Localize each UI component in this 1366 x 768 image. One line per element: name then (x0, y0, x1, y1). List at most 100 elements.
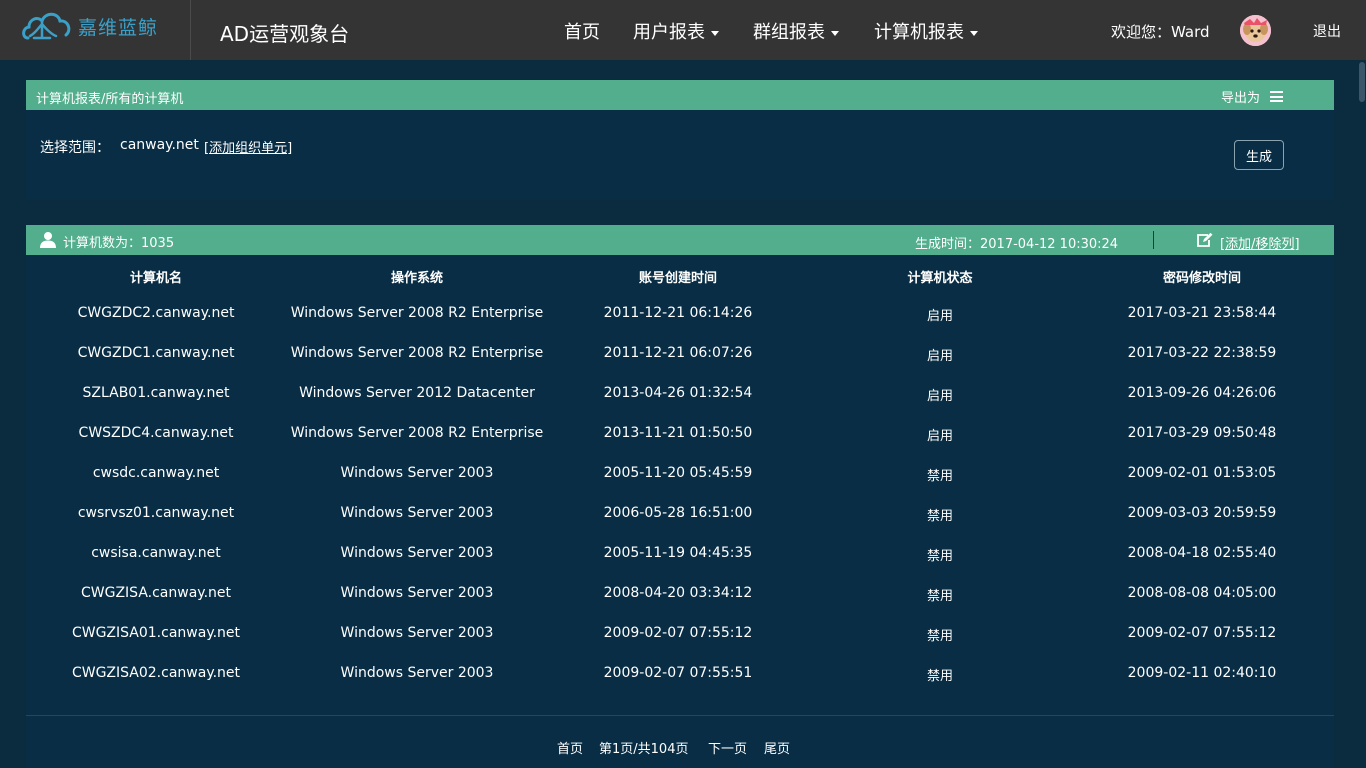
cell-created: 2013-04-26 01:32:54 (603, 385, 753, 401)
cell-password-changed: 2009-03-03 20:59:59 (1127, 505, 1277, 521)
top-navbar: 嘉维蓝鲸 AD运营观象台 首页 用户报表 群组报表 计算机报表 欢迎您：Ward… (0, 0, 1366, 60)
cell-status: 禁用 (926, 469, 954, 484)
cell-os: Windows Server 2003 (340, 665, 494, 681)
cell-computer-name: CWGZISA01.canway.net (71, 625, 241, 641)
cell-status: 启用 (926, 429, 954, 444)
export-label: 导出为 (1221, 91, 1261, 106)
cell-created: 2011-12-21 06:07:26 (603, 345, 753, 361)
cloud-logo-icon (22, 12, 71, 40)
cell-computer-name: cwsrvsz01.canway.net (77, 505, 235, 521)
cell-computer-name: cwsisa.canway.net (91, 545, 221, 561)
cell-created: 2013-11-21 01:50:50 (603, 425, 753, 441)
cell-os: Windows Server 2003 (340, 465, 494, 481)
welcome-text: 欢迎您：Ward (1111, 23, 1210, 41)
edit-icon[interactable] (1196, 232, 1213, 248)
cell-os: Windows Server 2003 (340, 585, 494, 601)
report-table: 计算机名 操作系统 账号创建时间 计算机状态 密码修改时间 CWGZDC2.ca… (26, 255, 1334, 768)
cell-created: 2011-12-21 06:14:26 (603, 305, 753, 321)
cell-created: 2009-02-07 07:55:12 (603, 625, 753, 641)
cell-os: Windows Server 2008 R2 Enterprise (290, 345, 544, 361)
cell-computer-name: CWGZDC2.canway.net (77, 305, 235, 321)
cell-status: 启用 (926, 349, 954, 364)
add-ou-link[interactable]: [添加组织单元] (204, 137, 292, 156)
cell-status: 禁用 (926, 629, 954, 644)
pager-next[interactable]: 下一页 (708, 738, 747, 757)
divider (26, 715, 1334, 716)
nav-user-reports[interactable]: 用户报表 (633, 18, 719, 44)
nav-computer-reports[interactable]: 计算机报表 (874, 18, 978, 44)
generated-time: 生成时间：2017-04-12 10:30:24 (915, 237, 1119, 252)
computer-count: 计算机数为：1035 (63, 236, 175, 251)
avatar-dog-icon (1240, 15, 1271, 46)
cell-password-changed: 2009-02-01 01:53:05 (1127, 465, 1277, 481)
add-remove-columns-link[interactable]: [添加/移除列] (1220, 233, 1300, 252)
filter-panel-body: 选择范围： canway.net [添加组织单元] 生成 (26, 110, 1334, 200)
export-button[interactable]: 导出为 (1221, 87, 1284, 106)
pager-current: 第1页/共104页 (599, 742, 689, 757)
column-header-created[interactable]: 账号创建时间 (639, 267, 717, 286)
chevron-down-icon (711, 30, 719, 36)
cell-password-changed: 2013-09-26 04:26:06 (1127, 385, 1277, 401)
cell-password-changed: 2017-03-29 09:50:48 (1127, 425, 1277, 441)
nav-group-reports[interactable]: 群组报表 (753, 18, 839, 44)
cell-computer-name: CWGZDC1.canway.net (77, 345, 235, 361)
nav-home[interactable]: 首页 (564, 18, 600, 44)
cell-password-changed: 2017-03-21 23:58:44 (1127, 305, 1277, 321)
column-header-computer-name[interactable]: 计算机名 (130, 267, 182, 286)
logo-text: 嘉维蓝鲸 (78, 16, 159, 39)
scrollbar[interactable] (1358, 60, 1366, 768)
chevron-down-icon (831, 30, 839, 36)
scope-label: 选择范围： (40, 140, 110, 156)
divider (190, 0, 191, 60)
report-panel-header: 计算机数为：1035 生成时间：2017-04-12 10:30:24 [添加/… (26, 225, 1334, 255)
cell-created: 2008-04-20 03:34:12 (603, 585, 753, 601)
scrollbar-thumb[interactable] (1359, 62, 1365, 102)
pager-first[interactable]: 首页 (557, 738, 583, 757)
filter-panel-header: 计算机报表/所有的计算机 导出为 (26, 80, 1334, 110)
cell-status: 禁用 (926, 669, 954, 684)
cell-os: Windows Server 2003 (340, 625, 494, 641)
user-icon (40, 232, 56, 248)
app-title: AD运营观象台 (220, 22, 350, 46)
cell-status: 启用 (926, 309, 954, 324)
nav-home-label: 首页 (564, 22, 600, 43)
cell-computer-name: CWSZDC4.canway.net (78, 425, 234, 441)
cell-status: 启用 (926, 389, 954, 404)
column-header-status[interactable]: 计算机状态 (907, 267, 972, 286)
divider (1153, 231, 1154, 249)
pager-last[interactable]: 尾页 (764, 738, 790, 757)
cell-password-changed: 2008-08-08 04:05:00 (1127, 585, 1277, 601)
avatar[interactable] (1240, 15, 1271, 46)
cell-password-changed: 2017-03-22 22:38:59 (1127, 345, 1277, 361)
cell-created: 2006-05-28 16:51:00 (603, 505, 753, 521)
chevron-down-icon (970, 30, 978, 36)
nav-computer-reports-label: 计算机报表 (874, 22, 964, 43)
cell-status: 禁用 (926, 589, 954, 604)
cell-os: Windows Server 2008 R2 Enterprise (290, 425, 544, 441)
cell-created: 2005-11-19 04:45:35 (603, 545, 753, 561)
cell-password-changed: 2009-02-07 07:55:12 (1127, 625, 1277, 641)
menu-icon (1270, 91, 1284, 102)
scope-value: canway.net (120, 137, 199, 153)
column-header-os[interactable]: 操作系统 (391, 267, 443, 286)
cell-computer-name: CWGZISA02.canway.net (71, 665, 241, 681)
breadcrumb: 计算机报表/所有的计算机 (36, 92, 184, 107)
cell-os: Windows Server 2003 (340, 545, 494, 561)
cell-os: Windows Server 2012 Datacenter (299, 385, 535, 401)
cell-password-changed: 2008-04-18 02:55:40 (1127, 545, 1277, 561)
cell-status: 禁用 (926, 549, 954, 564)
cell-created: 2005-11-20 05:45:59 (603, 465, 753, 481)
column-header-password-changed[interactable]: 密码修改时间 (1163, 267, 1241, 286)
cell-computer-name: SZLAB01.canway.net (82, 385, 230, 401)
brand-logo[interactable]: 嘉维蓝鲸 (20, 6, 170, 46)
cell-os: Windows Server 2003 (340, 505, 494, 521)
nav-group-reports-label: 群组报表 (753, 22, 825, 43)
generate-button[interactable]: 生成 (1234, 140, 1284, 170)
cell-os: Windows Server 2008 R2 Enterprise (290, 305, 544, 321)
cell-computer-name: cwsdc.canway.net (92, 465, 220, 481)
cell-computer-name: CWGZISA.canway.net (80, 585, 232, 601)
cell-password-changed: 2009-02-11 02:40:10 (1127, 665, 1277, 681)
logout-link[interactable]: 退出 (1313, 21, 1341, 41)
nav-user-reports-label: 用户报表 (633, 22, 705, 43)
cell-created: 2009-02-07 07:55:51 (603, 665, 753, 681)
